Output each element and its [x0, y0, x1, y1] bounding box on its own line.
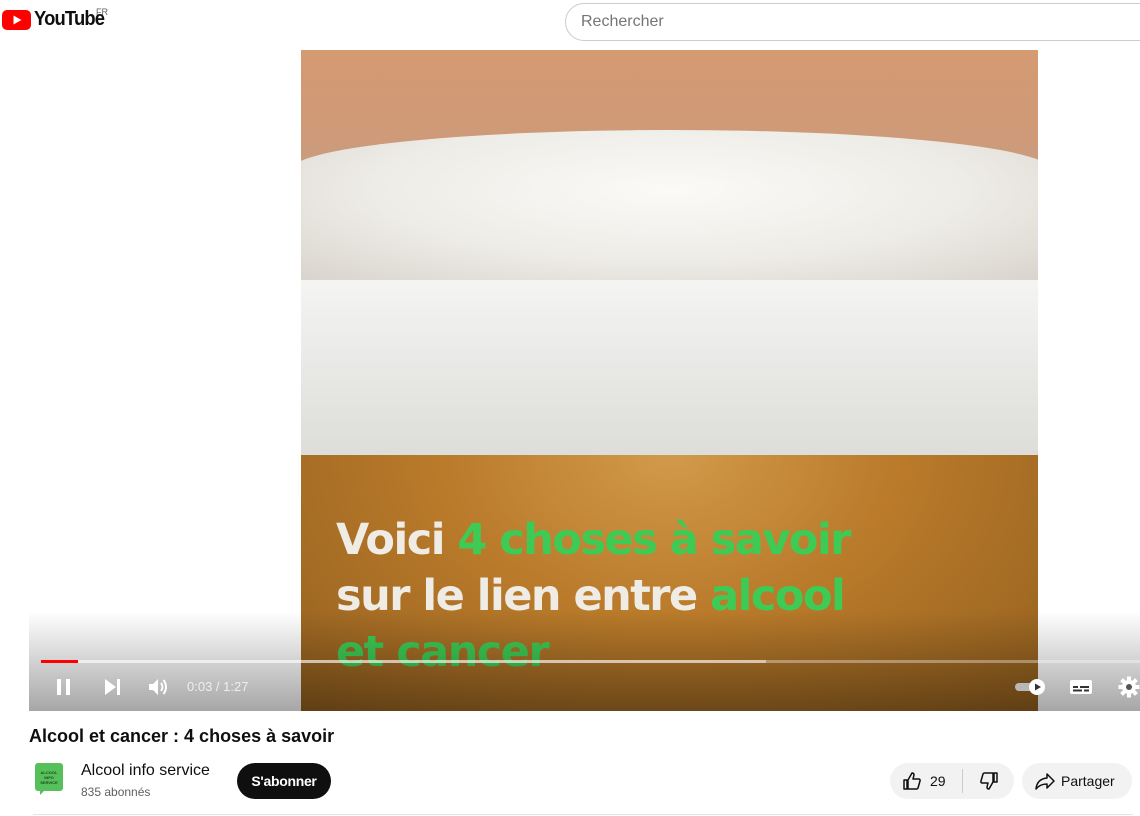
youtube-logo[interactable]: YouTube — [2, 8, 110, 31]
dislike-button[interactable] — [963, 763, 1014, 799]
progress-played — [41, 660, 79, 663]
progress-bar[interactable] — [41, 660, 1140, 663]
section-divider — [33, 814, 1133, 815]
subscribe-button[interactable]: S'abonner — [237, 763, 331, 799]
pause-icon — [57, 679, 70, 695]
caption-line2-white: sur le lien entre — [336, 571, 711, 621]
beer-foam-illustration — [301, 130, 1038, 280]
share-arrow-icon — [1035, 773, 1055, 790]
thumbs-down-icon — [979, 772, 998, 790]
channel-name[interactable]: Alcool info service — [81, 762, 210, 780]
video-caption: Voici 4 choses à savoir sur le lien entr… — [336, 512, 1026, 680]
like-button[interactable]: 29 — [890, 763, 962, 799]
next-button[interactable] — [97, 672, 127, 702]
share-label: Partager — [1061, 773, 1115, 789]
progress-loaded — [41, 660, 767, 663]
settings-icon — [1118, 676, 1140, 698]
next-icon — [105, 679, 120, 695]
volume-button[interactable] — [143, 672, 173, 702]
caption-line3-green: et cancer — [336, 627, 550, 677]
player-right-bar — [1038, 50, 1140, 711]
caption-line1-white: Voici — [336, 515, 458, 565]
pause-button[interactable] — [49, 672, 79, 702]
youtube-play-icon — [2, 9, 31, 30]
thumbs-up-icon — [903, 772, 921, 790]
caption-line1-green: 4 choses à savoir — [457, 515, 851, 565]
settings-button[interactable] — [1114, 672, 1140, 702]
video-title: Alcool et cancer : 4 choses à savoir — [29, 726, 335, 746]
subtitles-button[interactable] — [1066, 672, 1096, 702]
avatar-text-line: SERVICE — [40, 779, 58, 785]
autoplay-toggle-icon — [1015, 679, 1045, 695]
subscriber-count: 835 abonnés — [81, 785, 151, 799]
like-count: 29 — [930, 773, 946, 789]
subtitles-icon — [1070, 680, 1092, 694]
channel-avatar[interactable]: ALCOOL INFO SERVICE — [35, 763, 63, 791]
search-input[interactable] — [565, 3, 1140, 41]
volume-icon — [149, 679, 167, 695]
player-left-bar — [29, 50, 301, 711]
like-dislike-group: 29 — [890, 763, 1014, 799]
caption-line2-green: alcool — [710, 571, 846, 621]
autoplay-toggle[interactable] — [1011, 672, 1051, 702]
time-display: 0:03 / 1:27 — [187, 679, 249, 694]
logo-wordmark: YouTube — [34, 8, 105, 30]
avatar-speech-tail — [40, 790, 45, 795]
video-player[interactable]: Voici 4 choses à savoir sur le lien entr… — [29, 50, 1140, 711]
country-code: FR — [96, 7, 108, 17]
share-button[interactable]: Partager — [1022, 763, 1132, 799]
video-frame[interactable]: Voici 4 choses à savoir sur le lien entr… — [301, 50, 1038, 711]
masthead: YouTube FR — [0, 0, 1140, 44]
glass-rim-illustration — [301, 260, 1038, 460]
